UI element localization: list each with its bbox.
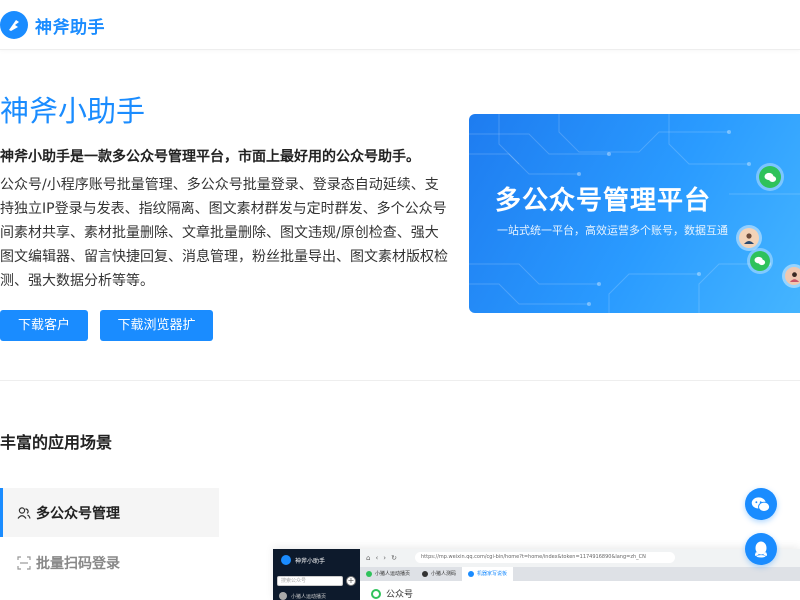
preview-tab-label: 小猪人测码 xyxy=(431,571,457,577)
forward-icon: › xyxy=(383,554,387,562)
qq-contact-button[interactable] xyxy=(745,533,777,565)
site-header: 神斧助手 xyxy=(0,0,800,50)
scenarios-title: 丰富的应用场景 xyxy=(0,433,113,452)
person-avatar-icon xyxy=(739,228,759,248)
tab-label: 多公众号管理 xyxy=(36,505,120,522)
preview-section-label: 公众号 xyxy=(386,590,414,600)
wechat-bubble-icon xyxy=(759,166,781,188)
hero-title: 神斧小助手 xyxy=(0,94,146,128)
wechat-bubble-icon xyxy=(750,251,770,271)
preview-sidebar: 神斧小助手 搜索公众号 + 小猪人运动播页 xyxy=(273,549,360,600)
preview-tab: 小猪人测码 xyxy=(416,567,462,581)
tab-batch-scan-login[interactable]: 批量扫码登录 xyxy=(0,538,219,587)
preview-account-item: 小猪人运动播页 xyxy=(279,592,326,600)
reload-icon: ↻ xyxy=(391,554,397,562)
axe-logo-icon xyxy=(0,11,28,39)
wechat-icon xyxy=(468,571,475,577)
preview-tab: 小猪人运动播页 xyxy=(360,567,416,581)
preview-search-input: 搜索公众号 xyxy=(277,576,343,586)
wechat-mp-icon xyxy=(371,588,381,599)
hero-subtitle: 神斧小助手是一款多公众号管理平台，市面上最好用的公众号助手。 xyxy=(0,149,420,165)
preview-brand-text: 神斧小助手 xyxy=(295,557,326,565)
preview-tab: 机器家写说板 xyxy=(462,567,514,581)
wechat-icon xyxy=(366,571,372,577)
logo[interactable]: 神斧助手 xyxy=(0,11,105,39)
preview-url-bar: https://mp.weixin.qq.com/cgi-bin/home?t=… xyxy=(415,552,675,563)
preview-tabs: 小猪人运动播页 小猪人测码 机器家写说板 xyxy=(360,567,800,581)
preview-tab-label: 小猪人运动播页 xyxy=(375,571,411,577)
tab-label: 批量扫码登录 xyxy=(36,555,120,572)
logo-text: 神斧助手 xyxy=(35,17,105,38)
download-client-button[interactable]: 下载客户端 xyxy=(0,310,88,364)
hero-description: 公众号/小程序账号批量管理、多公众号批量登录、登录态自动延续、支持独立IP登录与… xyxy=(0,177,448,289)
axe-logo-icon xyxy=(281,555,291,565)
add-icon: + xyxy=(346,576,356,586)
banner-subtitle: 一站式统一平台，高效运营多个账号，数据互通 xyxy=(497,224,728,237)
app-preview: 神斧小助手 搜索公众号 + 小猪人运动播页 ⌂ ‹ › ↻ https://mp… xyxy=(273,549,800,600)
preview-tab-label: 机器家写说板 xyxy=(477,571,508,577)
scan-icon xyxy=(17,555,31,570)
back-icon: ‹ xyxy=(375,554,379,562)
section-divider xyxy=(0,380,800,381)
home-icon: ⌂ xyxy=(366,554,371,562)
tab-multi-account[interactable]: 多公众号管理 xyxy=(0,488,219,537)
hero-banner: 多公众号管理平台 一站式统一平台，高效运营多个账号，数据互通 xyxy=(469,114,800,313)
person-avatar-icon xyxy=(785,267,800,285)
preview-nav-buttons: ⌂ ‹ › ↻ xyxy=(366,554,397,562)
download-extension-button[interactable]: 下载浏览器扩展 xyxy=(100,310,213,364)
preview-brand: 神斧小助手 xyxy=(281,555,325,565)
banner-title: 多公众号管理平台 xyxy=(495,186,712,216)
wechat-contact-button[interactable] xyxy=(745,488,777,520)
preview-section-heading: 公众号 xyxy=(371,587,413,600)
preview-account-name: 小猪人运动播页 xyxy=(291,593,327,600)
wechat-icon xyxy=(751,496,771,513)
wechat-icon xyxy=(422,571,429,577)
qq-penguin-icon xyxy=(753,540,769,558)
users-icon xyxy=(17,506,31,520)
avatar xyxy=(279,592,287,600)
